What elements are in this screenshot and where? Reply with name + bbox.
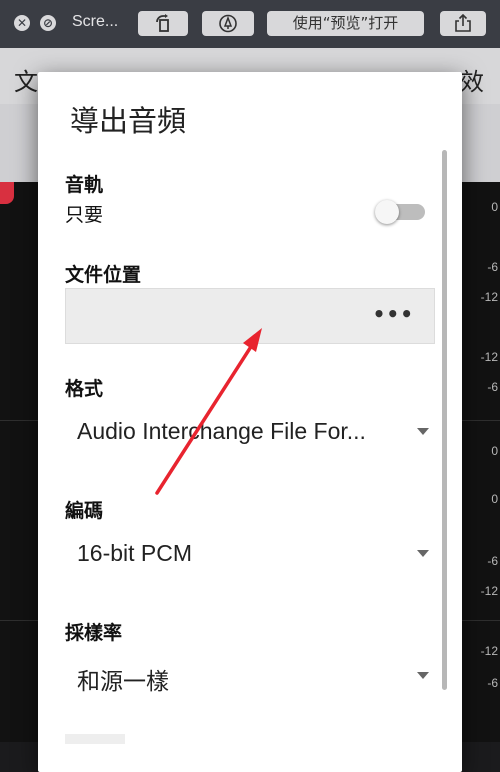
annotation-arrow-head (243, 328, 262, 352)
annotation-arrow-icon (155, 328, 262, 495)
annotation-arrow-shaft (155, 340, 256, 495)
